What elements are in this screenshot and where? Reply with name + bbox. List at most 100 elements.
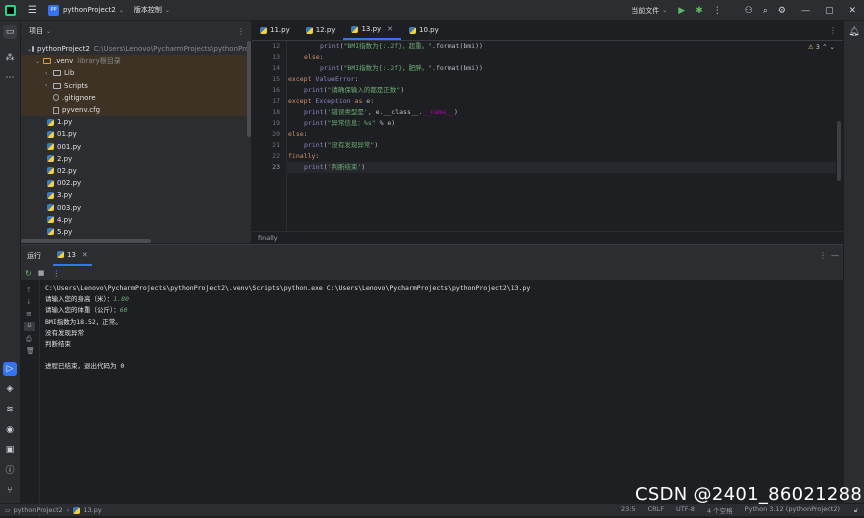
lock-icon[interactable]: 🔓︎ bbox=[854, 506, 858, 515]
project-panel: 项目 ⌄ ⋮ ⌄ pythonProject2 C:\Users\Lenovo\… bbox=[21, 21, 251, 243]
editor-tab[interactable]: 11.py bbox=[252, 20, 298, 40]
tree-item-file[interactable]: 3.py bbox=[21, 189, 251, 201]
tree-label: 2.py bbox=[57, 154, 73, 163]
tree-venv[interactable]: ⌄ .venv library根目录 bbox=[21, 55, 251, 68]
tree-item-pyvenv[interactable]: pyvenv.cfg bbox=[21, 103, 251, 117]
down-arrow-icon[interactable]: ↓ bbox=[26, 298, 32, 306]
layers-icon[interactable]: ≋ bbox=[3, 403, 17, 417]
trash-icon[interactable]: 🗑︎ bbox=[26, 347, 35, 355]
line-number: 18 bbox=[272, 108, 280, 116]
more-icon[interactable]: ⋮ bbox=[819, 251, 827, 260]
collapsed-arrow-icon[interactable]: › bbox=[45, 70, 53, 77]
add-user-icon[interactable]: ⚇ bbox=[745, 6, 753, 16]
tree-item-file[interactable]: 01.py bbox=[21, 128, 251, 140]
tree-item-file[interactable]: 5.py bbox=[21, 226, 251, 238]
python-file-icon bbox=[47, 179, 54, 187]
horizontal-scrollbar[interactable] bbox=[21, 239, 151, 243]
project-selector[interactable]: pythonProject2 ⌄ bbox=[63, 6, 124, 14]
close-icon[interactable]: ✕ bbox=[82, 251, 88, 259]
problems-icon[interactable]: ⓘ bbox=[3, 464, 17, 478]
status-indent[interactable]: 4 个空格 bbox=[707, 505, 733, 515]
main-menu-icon[interactable]: ☰ bbox=[28, 5, 37, 16]
project-panel-header: 项目 ⌄ ⋮ bbox=[21, 21, 251, 41]
editor-tab[interactable]: 10.py bbox=[401, 20, 447, 40]
tree-item-file[interactable]: 003.py bbox=[21, 201, 251, 213]
gear-icon[interactable]: ⚙ bbox=[778, 6, 786, 16]
run-tool-icon[interactable]: ▷ bbox=[3, 362, 17, 376]
close-icon[interactable]: ✕ bbox=[848, 6, 856, 16]
status-file[interactable]: 13.py bbox=[83, 506, 101, 514]
run-icon[interactable]: ▶ bbox=[678, 6, 685, 16]
editor-tab[interactable]: 12.py bbox=[298, 20, 344, 40]
run-tab[interactable]: 13 ✕ bbox=[53, 245, 92, 266]
soft-wrap-icon[interactable]: ≡ bbox=[26, 310, 32, 318]
status-encoding[interactable]: UTF-8 bbox=[676, 505, 695, 515]
more-tools-icon[interactable]: ⋯ bbox=[3, 71, 17, 85]
console-output[interactable]: C:\Users\Lenovo\PycharmProjects\pythonPr… bbox=[45, 283, 835, 373]
run-toolbar: ↻ ■ ⋮ bbox=[21, 266, 843, 280]
venv-name: .venv bbox=[54, 57, 74, 66]
console-prompt: 请输入您的身高（米）： bbox=[45, 295, 114, 304]
tree-item-file[interactable]: 02.py bbox=[21, 165, 251, 177]
vcs-label: 版本控制 bbox=[133, 6, 162, 14]
scroll-to-end-icon[interactable]: ⇊ bbox=[24, 322, 35, 331]
services-icon[interactable]: ◉ bbox=[3, 423, 17, 437]
tree-item-file[interactable]: 4.py bbox=[21, 214, 251, 226]
right-tool-strip: 🔔︎ bbox=[843, 21, 864, 503]
code-line: else: bbox=[304, 53, 324, 61]
print-icon[interactable]: ⎙ bbox=[26, 335, 32, 344]
tree-item-gitignore[interactable]: .gitignore bbox=[21, 91, 251, 104]
editor-tabs: 11.py 12.py 13.py ✕ 10.py bbox=[252, 20, 843, 41]
python-packages-icon[interactable]: ◈ bbox=[3, 382, 17, 396]
collapsed-arrow-icon[interactable]: › bbox=[45, 82, 53, 89]
tree-root[interactable]: ⌄ pythonProject2 C:\Users\Lenovo\Pycharm… bbox=[21, 43, 251, 55]
scrollbar[interactable] bbox=[837, 121, 841, 181]
run-panel-title: 运行 bbox=[27, 251, 41, 260]
tree-item-file[interactable]: 1.py bbox=[21, 116, 251, 128]
more-icon[interactable]: ⋮ bbox=[237, 27, 245, 36]
tree-label: 02.py bbox=[57, 166, 77, 175]
tree-item-file[interactable]: 2.py bbox=[21, 153, 251, 165]
more-actions-icon[interactable]: ⋮ bbox=[713, 6, 722, 16]
close-icon[interactable]: ✕ bbox=[387, 25, 393, 33]
python-file-icon bbox=[47, 143, 54, 151]
expand-arrow-icon[interactable]: ⌄ bbox=[35, 58, 43, 65]
status-interpreter[interactable]: Python 3.12 (pythonProject2) bbox=[745, 505, 840, 515]
git-icon[interactable]: ⑂ bbox=[3, 484, 17, 498]
breadcrumb[interactable]: finally bbox=[252, 231, 843, 243]
more-icon[interactable]: ⋮ bbox=[52, 269, 60, 278]
minimize-icon[interactable]: — bbox=[801, 6, 810, 16]
status-line-separator[interactable]: CRLF bbox=[648, 505, 664, 515]
status-position[interactable]: 23:5 bbox=[621, 505, 636, 515]
scrollbar[interactable] bbox=[247, 41, 251, 137]
python-file-icon bbox=[47, 228, 54, 236]
rerun-icon[interactable]: ↻ bbox=[25, 269, 32, 278]
maximize-icon[interactable]: ▢ bbox=[825, 6, 834, 16]
debug-icon[interactable]: ✱ bbox=[695, 6, 703, 16]
status-project[interactable]: pythonProject2 bbox=[14, 506, 63, 514]
run-config-selector[interactable]: 当前文件 ⌄ bbox=[631, 6, 667, 16]
python-file-icon bbox=[47, 130, 54, 138]
minimize-panel-icon[interactable]: — bbox=[831, 251, 839, 260]
notifications-icon[interactable]: 🔔︎ bbox=[847, 25, 861, 39]
editor-tab[interactable]: 13.py ✕ bbox=[343, 20, 402, 40]
terminal-icon[interactable]: ▣ bbox=[3, 443, 17, 457]
structure-icon[interactable]: ⁂ bbox=[3, 51, 17, 65]
line-number: 16 bbox=[272, 86, 280, 94]
tree-item-scripts[interactable]: › Scripts bbox=[21, 79, 251, 92]
console-input: 1.80 bbox=[113, 295, 129, 304]
tree-item-file[interactable]: 002.py bbox=[21, 177, 251, 189]
chevron-down-icon[interactable]: ⌄ bbox=[46, 28, 51, 35]
console-prompt: 请输入您的体重（公斤）： bbox=[45, 306, 120, 315]
code-line: print("BMI指数为{:.2f}，超重。".format(bmi)) bbox=[320, 42, 483, 50]
tree-item-file[interactable]: 001.py bbox=[21, 141, 251, 153]
code-area[interactable]: print("BMI指数为{:.2f}，超重。".format(bmi)) el… bbox=[286, 41, 838, 231]
search-icon[interactable]: ⌕ bbox=[763, 6, 768, 16]
up-arrow-icon[interactable]: ↑ bbox=[26, 286, 32, 294]
more-icon[interactable]: ⋮ bbox=[829, 26, 837, 35]
tree-item-lib[interactable]: › Lib bbox=[21, 67, 251, 80]
vcs-selector[interactable]: 版本控制 ⌄ bbox=[134, 5, 170, 15]
project-folder-icon[interactable]: ▭ bbox=[3, 25, 17, 39]
stop-icon[interactable]: ■ bbox=[38, 269, 45, 277]
project-name: pythonProject2 bbox=[62, 6, 116, 14]
